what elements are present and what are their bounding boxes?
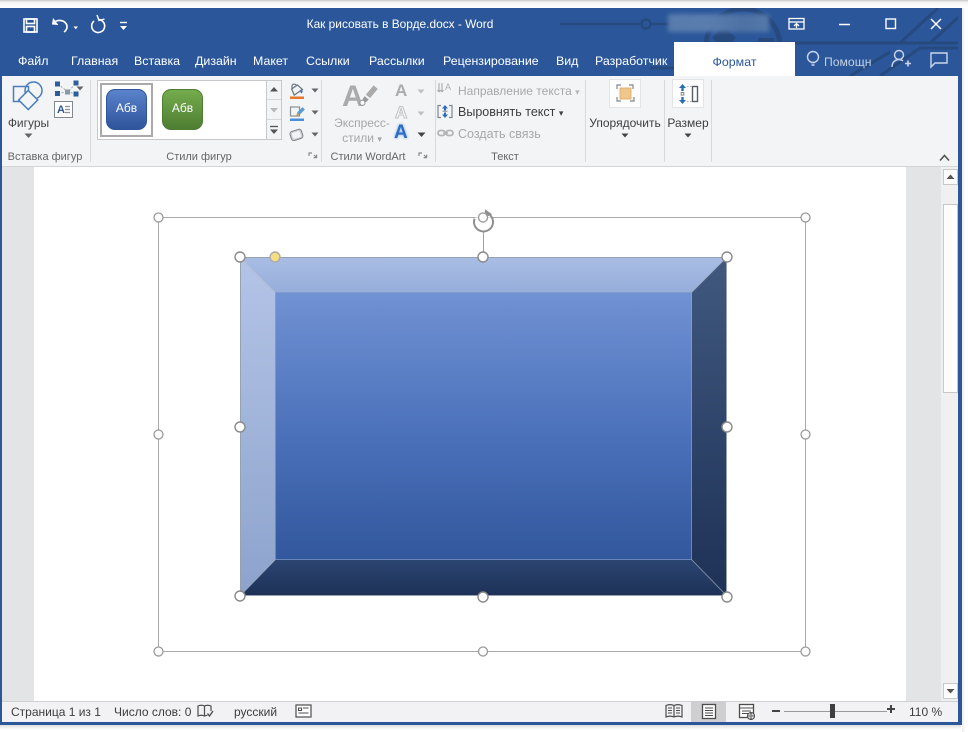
svg-text:A: A	[445, 82, 451, 92]
svg-text:A: A	[342, 80, 364, 113]
svg-text:А: А	[57, 104, 65, 116]
